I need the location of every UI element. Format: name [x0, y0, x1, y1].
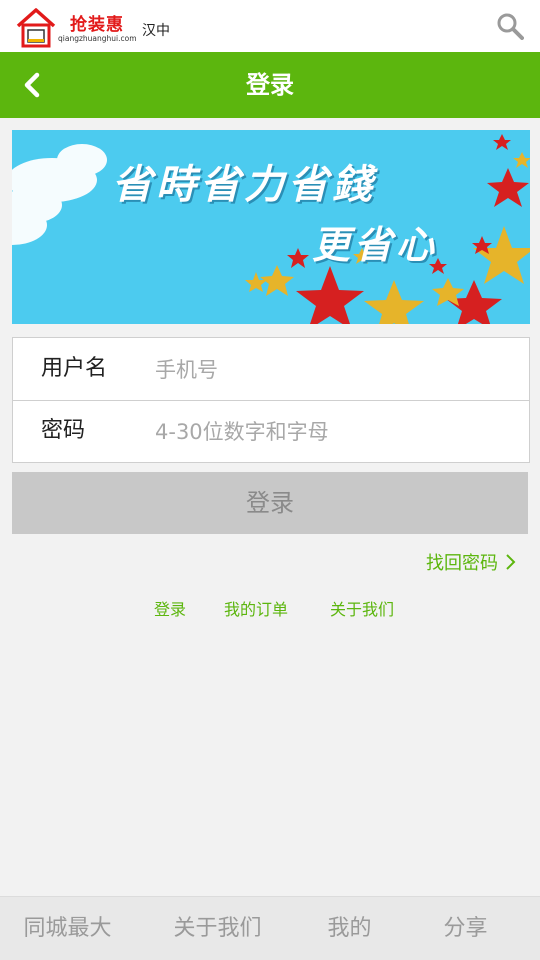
- username-label: 用户名: [41, 356, 108, 381]
- password-label: 密码: [41, 418, 86, 443]
- login-button[interactable]: 登录: [12, 472, 528, 534]
- forgot-password-label: 找回密码: [426, 553, 498, 574]
- username-row: 用户名: [13, 338, 529, 401]
- chevron-right-icon: [506, 554, 516, 570]
- login-page: 抢装惠 qiangzhuanghui.com 汉中 登录 省時省力省錢 更省心 …: [0, 0, 540, 960]
- tab-share[interactable]: 分享: [398, 897, 533, 960]
- chevron-left-icon[interactable]: [18, 70, 48, 100]
- logo-url: qiangzhuanghui.com: [58, 34, 137, 43]
- title-bar: 登录: [0, 52, 540, 118]
- banner-slogan-line1: 省時省力省錢: [112, 161, 376, 208]
- house-logo-icon: [16, 8, 56, 48]
- banner-slogan-line2: 更省心: [312, 222, 439, 267]
- top-bar: 抢装惠 qiangzhuanghui.com 汉中: [0, 0, 540, 52]
- tab-local-biggest[interactable]: 同城最大: [0, 897, 135, 960]
- password-input[interactable]: [153, 410, 517, 454]
- tab-mine[interactable]: 我的: [282, 897, 417, 960]
- bottom-tab-bar: 同城最大 关于我们 我的 分享: [0, 896, 540, 960]
- login-form: 用户名 密码: [12, 337, 530, 463]
- logo-text: 抢装惠: [70, 15, 124, 35]
- username-input[interactable]: [153, 348, 517, 392]
- forgot-password-link[interactable]: 找回密码: [426, 549, 516, 575]
- logo[interactable]: 抢装惠 qiangzhuanghui.com: [16, 4, 138, 48]
- link-my-orders[interactable]: 我的订单: [224, 596, 288, 620]
- promo-banner: 省時省力省錢 更省心: [12, 130, 530, 324]
- tab-about-us[interactable]: 关于我们: [150, 897, 285, 960]
- page-title: 登录: [246, 71, 294, 99]
- link-login[interactable]: 登录: [154, 596, 186, 620]
- footer-links: 登录 我的订单 关于我们: [0, 596, 540, 620]
- password-row: 密码: [13, 400, 529, 462]
- search-icon[interactable]: [496, 12, 524, 40]
- link-about-us[interactable]: 关于我们: [330, 596, 394, 620]
- city-selector[interactable]: 汉中: [142, 20, 170, 40]
